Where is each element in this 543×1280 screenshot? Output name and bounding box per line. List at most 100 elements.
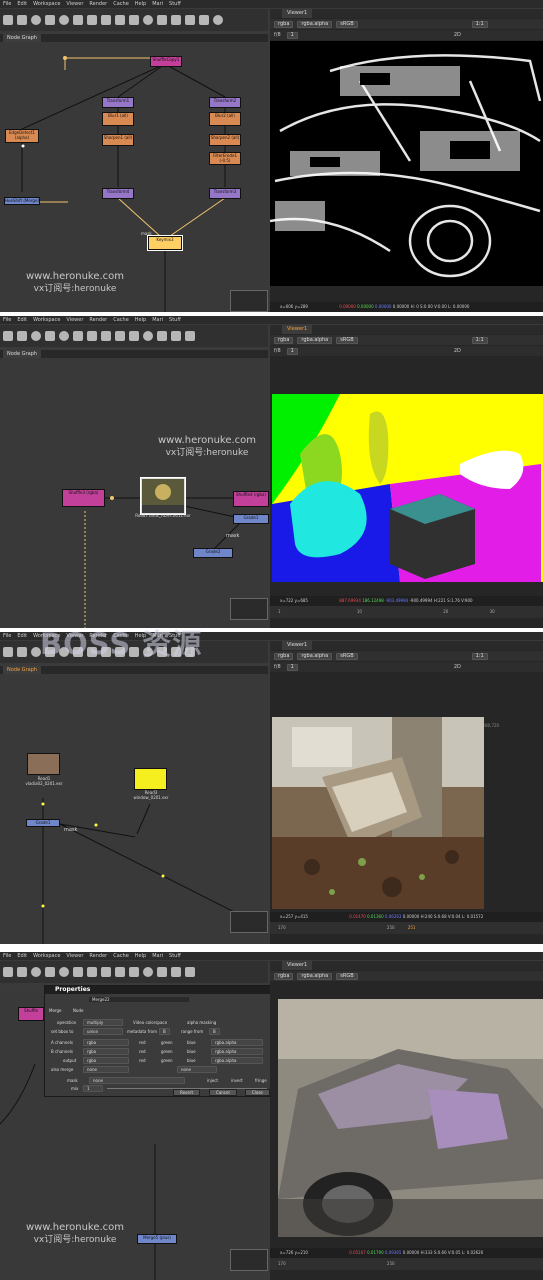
alpha-masking-checkbox[interactable]: alpha masking: [187, 1020, 216, 1025]
operation-select[interactable]: multiply: [83, 1019, 123, 1026]
node-grade2[interactable]: Grade2: [193, 548, 233, 558]
channels-select[interactable]: rgba: [274, 20, 294, 28]
node-filtererode[interactable]: FilterErode1 (-0.5): [209, 152, 241, 165]
time-icon[interactable]: [31, 331, 41, 341]
node-graph-canvas[interactable]: Shuffle3 (rgba) Read7 birds_ADVs.0011.ex…: [0, 358, 269, 628]
image-icon[interactable]: [3, 331, 13, 341]
colorspace-select[interactable]: sRGB: [336, 972, 358, 980]
menu-workspace[interactable]: Workspace: [30, 316, 63, 324]
colorspace-select[interactable]: sRGB: [336, 20, 358, 28]
out-green[interactable]: green: [161, 1058, 173, 1063]
transform-icon[interactable]: [115, 15, 125, 25]
node-graph-minimap[interactable]: [230, 598, 268, 620]
mix-input[interactable]: 1: [83, 1085, 103, 1092]
view-mode[interactable]: 2D: [454, 348, 461, 354]
node-transform2[interactable]: Transform2: [209, 97, 241, 108]
b-green[interactable]: green: [161, 1049, 173, 1054]
menu-stuff[interactable]: Stuff: [166, 952, 184, 960]
node-blur1[interactable]: Blur1 (all): [102, 112, 134, 126]
tab-viewer1[interactable]: Viewer1: [282, 325, 313, 334]
menu-edit[interactable]: Edit: [14, 952, 30, 960]
node-shuffle3[interactable]: Shuffle3 (rgba): [62, 489, 105, 507]
alpha-select[interactable]: rgba.alpha: [297, 20, 333, 28]
node-graph-canvas[interactable]: ShuffleCopy1 EdgeDetect1 (alpha) Transfo…: [0, 42, 268, 312]
color-icon[interactable]: [59, 15, 69, 25]
menu-edit[interactable]: Edit: [14, 0, 30, 8]
deep-icon[interactable]: [157, 331, 167, 341]
node-graph-minimap[interactable]: [230, 1249, 268, 1271]
node-shuffle[interactable]: Shuffle: [18, 1007, 44, 1021]
metadata-icon[interactable]: [185, 331, 195, 341]
channels-select[interactable]: rgba: [274, 652, 294, 660]
time-icon[interactable]: [31, 15, 41, 25]
deep-icon[interactable]: [157, 15, 167, 25]
metadata-select[interactable]: B: [159, 1028, 170, 1035]
node-shufflecopy[interactable]: ShuffleCopy1: [150, 56, 182, 67]
color-icon[interactable]: [59, 331, 69, 341]
colorspace-select[interactable]: sRGB: [336, 336, 358, 344]
node-transform3[interactable]: Transform3: [209, 188, 241, 199]
particles-icon[interactable]: [143, 15, 153, 25]
timeline[interactable]: 170 250: [270, 1258, 543, 1270]
menu-edit[interactable]: Edit: [14, 316, 30, 324]
menu-stuff[interactable]: Stuff: [166, 316, 184, 324]
colorspace-select[interactable]: sRGB: [336, 652, 358, 660]
zoom-select[interactable]: 1:1: [471, 652, 488, 660]
frame-f[interactable]: f/8: [274, 664, 281, 670]
tab-viewer1[interactable]: Viewer1: [282, 641, 313, 650]
color-icon[interactable]: [59, 967, 69, 977]
node-grade1[interactable]: Grade1: [233, 514, 269, 524]
metadata-icon[interactable]: [185, 15, 195, 25]
3d-icon[interactable]: [129, 331, 139, 341]
menu-cache[interactable]: Cache: [110, 316, 132, 324]
zoom-select[interactable]: 1:1: [471, 20, 488, 28]
menu-file[interactable]: File: [0, 632, 14, 640]
properties-dialog[interactable]: Properties Merge22 Merge Node operation …: [44, 985, 276, 1097]
merge-icon[interactable]: [101, 967, 111, 977]
frame-input[interactable]: 1: [286, 347, 298, 355]
a-alpha-select[interactable]: rgba.alpha: [211, 1039, 263, 1046]
bbox-select[interactable]: union: [83, 1028, 123, 1035]
menu-help[interactable]: Help: [132, 316, 149, 324]
node-graph-minimap[interactable]: [230, 911, 268, 933]
also-merge-select[interactable]: none: [83, 1066, 129, 1073]
menu-help[interactable]: Help: [132, 0, 149, 8]
channel-icon[interactable]: [45, 331, 55, 341]
view-mode[interactable]: 2D: [454, 32, 461, 38]
channels-select[interactable]: rgba: [274, 336, 294, 344]
out-alpha-select[interactable]: rgba.alpha: [211, 1057, 263, 1064]
alpha-select[interactable]: rgba.alpha: [297, 972, 333, 980]
draw-icon[interactable]: [17, 15, 27, 25]
keyer-icon[interactable]: [87, 331, 97, 341]
node-transform4[interactable]: Transform4: [102, 188, 134, 199]
node-sharpen2[interactable]: Sharpen2 (all): [209, 134, 241, 146]
zoom-select[interactable]: 1:1: [471, 336, 488, 344]
node-huesshift[interactable]: HueShift (Merge): [4, 197, 40, 205]
alpha-select[interactable]: rgba.alpha: [297, 336, 333, 344]
channel-icon[interactable]: [45, 15, 55, 25]
toolsets-icon[interactable]: [199, 15, 209, 25]
video-colorspace-checkbox[interactable]: Video colorspace: [133, 1020, 167, 1025]
fringe-checkbox[interactable]: fringe: [255, 1078, 267, 1083]
node-read1[interactable]: [27, 753, 60, 775]
node-read3[interactable]: [134, 768, 167, 790]
frame-f[interactable]: f/8: [274, 348, 281, 354]
menu-workspace[interactable]: Workspace: [30, 952, 63, 960]
frame-f[interactable]: f/8: [274, 32, 281, 38]
particles-icon[interactable]: [143, 331, 153, 341]
a-green[interactable]: green: [161, 1040, 173, 1045]
keyer-icon[interactable]: [87, 967, 97, 977]
frame-input[interactable]: 1: [286, 31, 298, 39]
menu-render[interactable]: Render: [86, 316, 110, 324]
a-channels-select[interactable]: rgba: [83, 1039, 129, 1046]
node-shuffle4[interactable]: Shuffle4 (rgba): [233, 491, 269, 507]
filter-icon[interactable]: [73, 15, 83, 25]
transform-icon[interactable]: [115, 331, 125, 341]
node-transform1[interactable]: Transform1: [102, 97, 134, 108]
menu-workspace[interactable]: Workspace: [30, 0, 63, 8]
revert-button[interactable]: Revert: [173, 1089, 201, 1096]
also-merge-select-2[interactable]: none: [177, 1066, 217, 1073]
node-name-field[interactable]: Merge22: [89, 997, 189, 1002]
views-icon[interactable]: [171, 331, 181, 341]
deep-icon[interactable]: [157, 967, 167, 977]
